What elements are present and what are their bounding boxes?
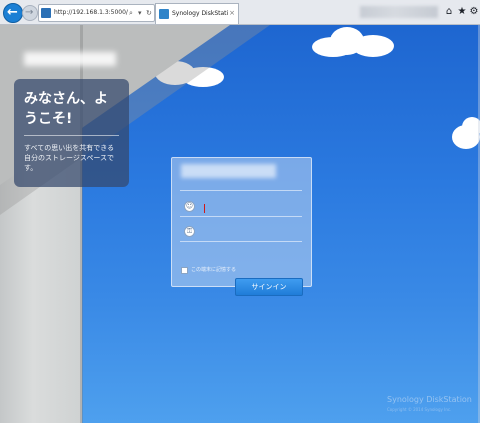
welcome-divider [24, 135, 119, 136]
address-url[interactable]: http://192.168.1.3:5000/webman/ind [54, 5, 128, 21]
search-icon[interactable]: ⌕ [129, 5, 133, 21]
blurred-tab-area [360, 6, 438, 18]
browser-chrome: http://192.168.1.3:5000/webman/ind ⌕ ▾ ↻… [0, 0, 480, 25]
welcome-box: みなさん、ようこそ! すべての思い出を共有できる自分のストレージスペースです。 [14, 79, 129, 187]
login-panel: ☺ ⚿ この端末に記憶する サインイン [171, 157, 312, 296]
panel-divider [180, 241, 302, 242]
close-tab-icon[interactable]: × [229, 4, 235, 23]
gear-icon[interactable]: ⚙ [468, 4, 480, 20]
welcome-heading: みなさん、ようこそ! [24, 91, 108, 127]
user-icon: ☺ [184, 201, 195, 212]
lock-icon: ⚿ [184, 226, 195, 237]
dropdown-icon[interactable]: ▾ [138, 5, 142, 21]
remember-me-checkbox[interactable] [181, 267, 188, 274]
remember-me-label: この端末に記憶する [191, 267, 237, 273]
welcome-message: すべての思い出を共有できる自分のストレージスペースです。 [24, 144, 115, 172]
refresh-icon[interactable]: ↻ [146, 5, 152, 21]
copyright-text: Copyright © 2014 Synology Inc. [387, 407, 452, 412]
panel-divider [180, 190, 302, 191]
back-button[interactable] [3, 3, 23, 23]
tab-title: Synology DiskStation - ... [172, 10, 228, 17]
star-icon[interactable]: ★ [456, 4, 468, 20]
text-caret [204, 204, 205, 213]
blurred-logo [24, 52, 116, 66]
browser-tab[interactable]: Synology DiskStation - ... × [155, 3, 239, 24]
cloud [352, 35, 394, 57]
sign-in-button[interactable]: サインイン [235, 278, 303, 296]
blurred-server-name [181, 164, 276, 178]
address-bar[interactable]: http://192.168.1.3:5000/webman/ind ⌕ ▾ ↻ [38, 4, 155, 22]
password-input[interactable] [200, 225, 300, 239]
synology-brand: Synology DiskStation [387, 395, 472, 404]
login-page: みなさん、ようこそ! すべての思い出を共有できる自分のストレージスペースです。 … [0, 25, 480, 423]
panel-divider [180, 216, 302, 217]
username-input[interactable] [200, 200, 300, 214]
forward-button[interactable] [22, 5, 38, 21]
site-favicon-icon [41, 8, 51, 18]
home-icon[interactable]: ⌂ [443, 4, 455, 20]
synology-favicon-icon [159, 9, 169, 19]
